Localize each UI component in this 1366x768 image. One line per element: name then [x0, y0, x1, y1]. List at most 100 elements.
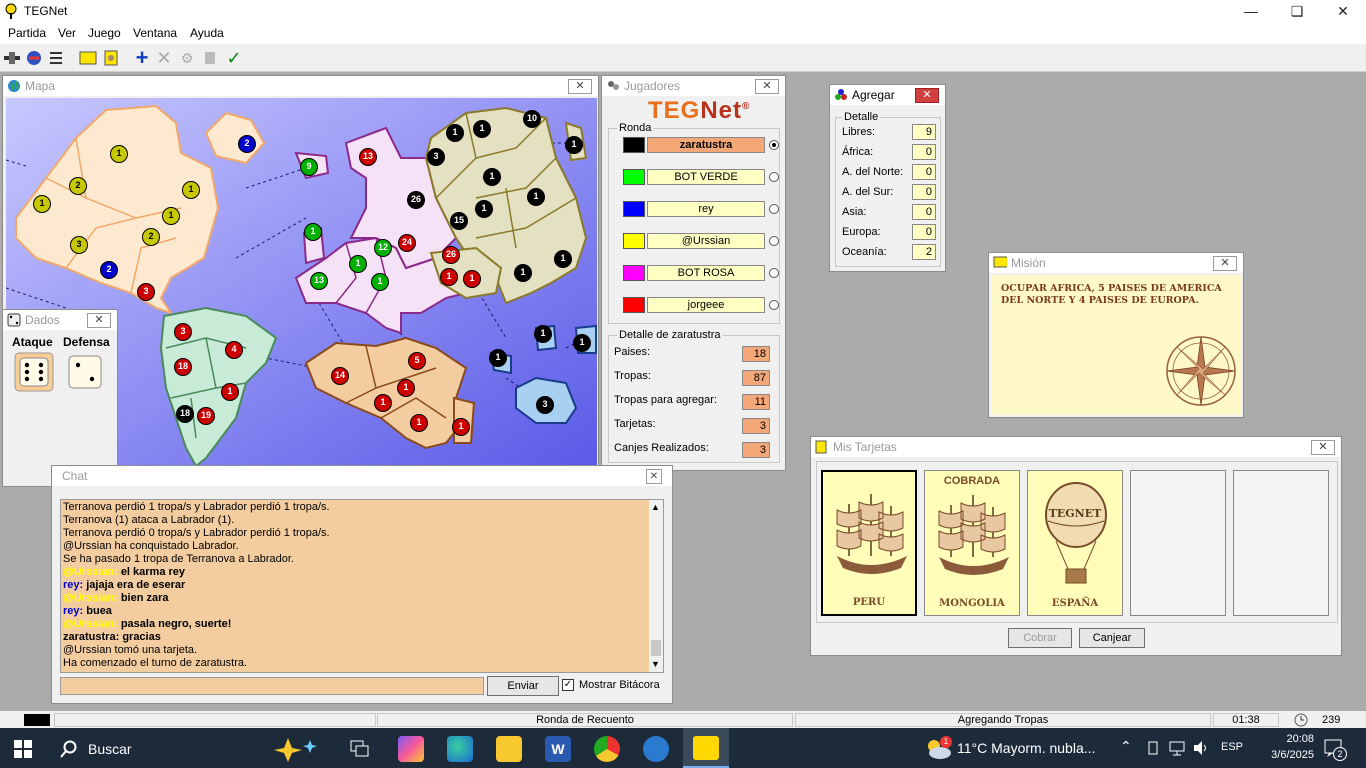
weather-text[interactable]: 11°C Mayorm. nubla...	[957, 740, 1095, 756]
cobrar-button[interactable]: Cobrar	[1008, 628, 1072, 648]
army-counter[interactable]: 1	[110, 145, 128, 163]
menu-ayuda[interactable]: Ayuda	[190, 26, 224, 40]
army-counter[interactable]: 3	[137, 283, 155, 301]
army-counter[interactable]: 1	[573, 334, 591, 352]
army-counter[interactable]: 1	[514, 264, 532, 282]
army-counter[interactable]: 1	[162, 207, 180, 225]
add-armies-icon[interactable]: +	[132, 45, 152, 70]
army-counter[interactable]: 18	[176, 405, 194, 423]
canjear-button[interactable]: Canjear	[1079, 628, 1145, 648]
menu-ventana[interactable]: Ventana	[133, 26, 177, 40]
army-counter[interactable]: 19	[197, 407, 215, 425]
army-counter[interactable]: 18	[174, 358, 192, 376]
end-turn-icon[interactable]: ✓	[224, 48, 244, 68]
army-counter[interactable]: 1	[221, 383, 239, 401]
connect-icon[interactable]	[2, 48, 22, 68]
army-counter[interactable]: 1	[446, 124, 464, 142]
player-radio[interactable]	[769, 300, 779, 310]
send-button[interactable]: Enviar	[487, 676, 559, 696]
army-counter[interactable]: 26	[442, 246, 460, 264]
scroll-down-icon[interactable]: ▼	[651, 659, 660, 669]
army-counter[interactable]: 1	[182, 181, 200, 199]
army-counter[interactable]: 3	[174, 323, 192, 341]
army-counter[interactable]: 9	[300, 158, 318, 176]
chat-close-button[interactable]: ✕	[646, 469, 662, 484]
file-explorer-icon[interactable]	[496, 736, 522, 762]
army-counter[interactable]: 10	[523, 110, 541, 128]
menu-partida[interactable]: Partida	[8, 26, 46, 40]
army-counter[interactable]: 3	[427, 148, 445, 166]
windows-start-icon[interactable]	[14, 740, 32, 758]
cards-icon[interactable]	[101, 48, 121, 68]
army-counter[interactable]: 1	[33, 195, 51, 213]
mission-icon[interactable]	[78, 48, 98, 68]
regroup-icon[interactable]: ⚙	[177, 48, 197, 68]
word-app-icon[interactable]: W	[545, 736, 571, 762]
army-counter[interactable]: 1	[349, 255, 367, 273]
network-icon[interactable]	[1168, 740, 1186, 756]
player-radio[interactable]	[769, 140, 779, 150]
army-counter[interactable]: 2	[142, 228, 160, 246]
card-peru[interactable]: PERU	[821, 470, 917, 616]
chat-input[interactable]	[60, 677, 484, 695]
army-counter[interactable]: 4	[225, 341, 243, 359]
battery-icon[interactable]	[1145, 740, 1161, 756]
chat-scrollbar[interactable]: ▲ ▼	[649, 500, 663, 672]
network-app-icon[interactable]	[643, 736, 669, 762]
army-counter[interactable]: 1	[565, 136, 583, 154]
players-close-button[interactable]: ✕	[755, 79, 779, 94]
card-espana[interactable]: TEGNET ESPAÑA	[1027, 470, 1123, 616]
army-counter[interactable]: 2	[100, 261, 118, 279]
army-counter[interactable]: 13	[310, 272, 328, 290]
army-counter[interactable]: 1	[452, 418, 470, 436]
army-counter[interactable]: 26	[407, 191, 425, 209]
dice-close-button[interactable]: ✕	[87, 313, 111, 328]
close-button[interactable]: ✕	[1320, 0, 1366, 22]
mission-close-button[interactable]: ✕	[1213, 256, 1237, 271]
list-icon[interactable]	[46, 48, 66, 68]
cards-close-button[interactable]: ✕	[1311, 440, 1335, 455]
edge-browser-icon[interactable]	[447, 736, 473, 762]
army-counter[interactable]: 1	[374, 394, 392, 412]
player-radio[interactable]	[769, 204, 779, 214]
army-counter[interactable]: 1	[397, 379, 415, 397]
army-counter[interactable]: 13	[359, 148, 377, 166]
show-log-checkbox[interactable]: ✓	[562, 679, 574, 691]
army-counter[interactable]: 1	[371, 273, 389, 291]
army-counter[interactable]: 1	[440, 268, 458, 286]
taskbar-search[interactable]: Buscar	[48, 732, 330, 764]
card-grab-icon[interactable]	[200, 48, 220, 68]
army-counter[interactable]: 24	[398, 234, 416, 252]
army-counter[interactable]: 1	[304, 223, 322, 241]
army-counter[interactable]: 12	[374, 239, 392, 257]
army-counter[interactable]: 1	[475, 200, 493, 218]
menu-ver[interactable]: Ver	[58, 26, 76, 40]
army-counter[interactable]: 1	[473, 120, 491, 138]
army-counter[interactable]: 1	[554, 250, 572, 268]
army-counter[interactable]: 15	[450, 212, 468, 230]
scroll-up-icon[interactable]: ▲	[651, 502, 660, 512]
army-counter[interactable]: 1	[489, 349, 507, 367]
army-counter[interactable]: 1	[534, 325, 552, 343]
army-counter[interactable]: 1	[410, 414, 428, 432]
minimize-button[interactable]: —	[1228, 0, 1274, 22]
menu-juego[interactable]: Juego	[88, 26, 121, 40]
army-counter[interactable]: 3	[70, 236, 88, 254]
language-indicator[interactable]: ESP	[1221, 741, 1243, 753]
army-counter[interactable]: 1	[463, 270, 481, 288]
tegnet-taskbar-button[interactable]	[683, 728, 729, 768]
chrome-browser-icon[interactable]	[594, 736, 620, 762]
army-counter[interactable]: 2	[238, 135, 256, 153]
volume-icon[interactable]	[1192, 740, 1210, 756]
card-mongolia[interactable]: COBRADA MONGOLIA	[924, 470, 1020, 616]
army-counter[interactable]: 2	[69, 177, 87, 195]
army-counter[interactable]: 1	[527, 188, 545, 206]
player-radio[interactable]	[769, 236, 779, 246]
attack-icon[interactable]: ✕	[154, 48, 174, 68]
task-view-icon[interactable]	[350, 740, 370, 758]
disconnect-icon[interactable]	[24, 48, 44, 68]
clock-date[interactable]: 3/6/2025	[1257, 749, 1314, 761]
clock-time[interactable]: 20:08	[1266, 733, 1314, 745]
army-counter[interactable]: 1	[483, 168, 501, 186]
maximize-button[interactable]: ❏	[1274, 0, 1320, 22]
